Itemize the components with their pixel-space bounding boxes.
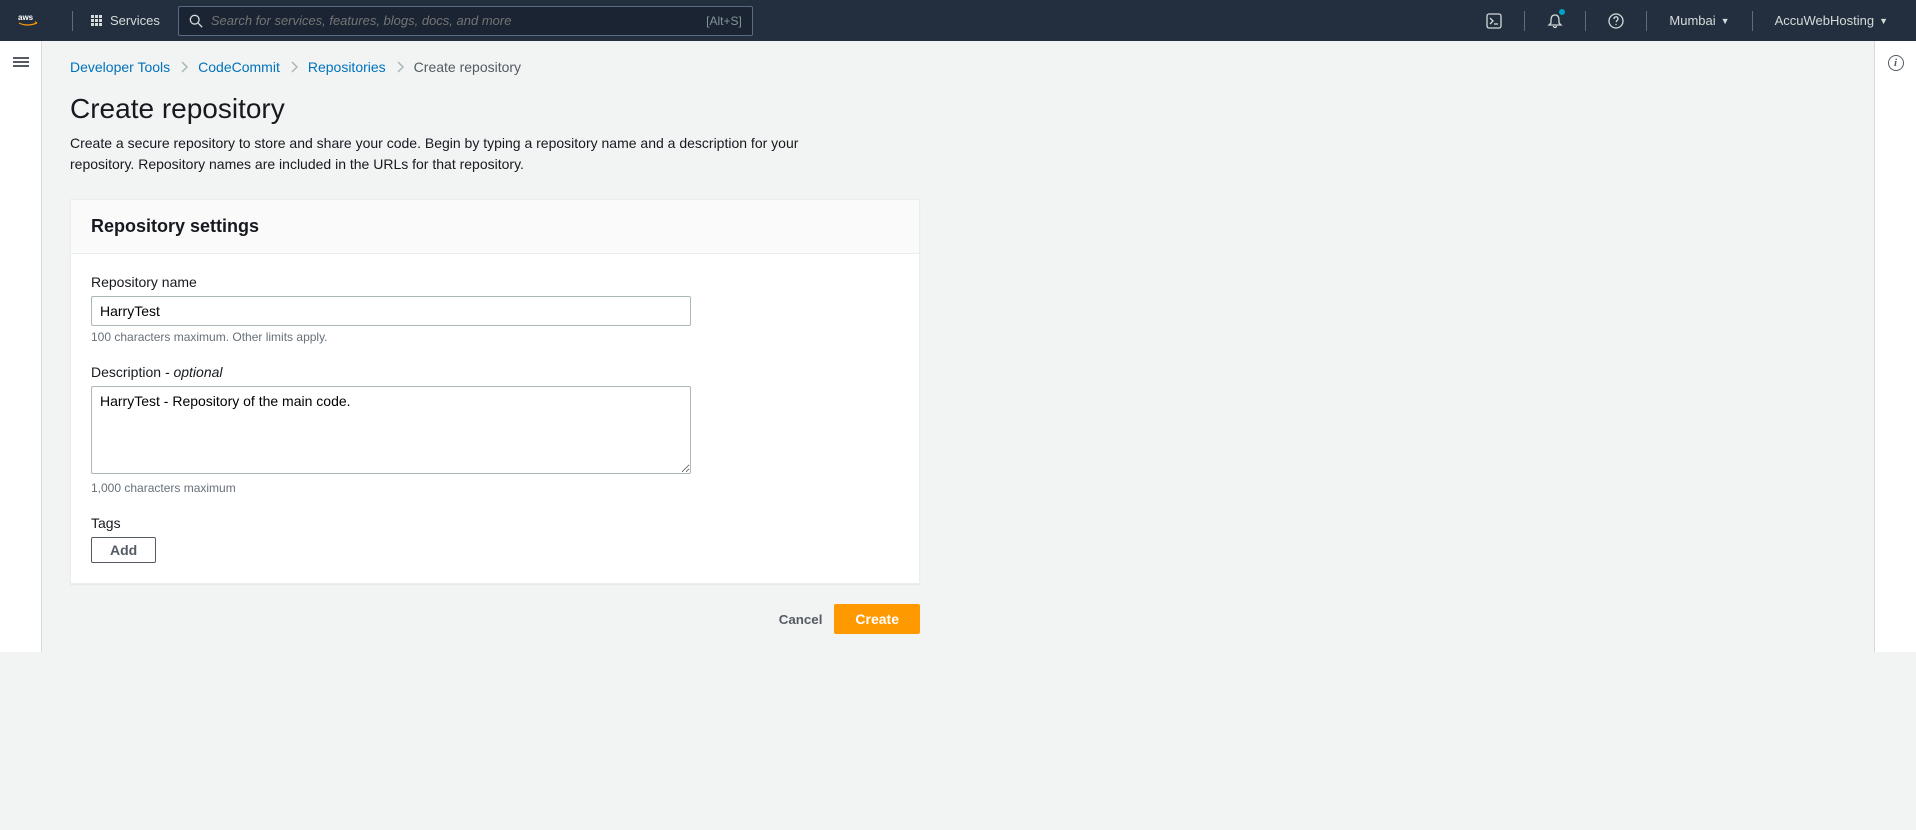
aws-logo[interactable]: aws — [16, 12, 50, 30]
cloudshell-icon[interactable] — [1474, 1, 1514, 41]
nav-right: Mumbai ▼ AccuWebHosting ▼ — [1474, 1, 1900, 41]
region-label: Mumbai — [1669, 13, 1715, 28]
search-input[interactable] — [211, 13, 706, 28]
divider — [1752, 11, 1753, 31]
svg-text:aws: aws — [18, 13, 34, 22]
description-label-text: Description — [91, 364, 161, 380]
repository-settings-panel: Repository settings Repository name 100 … — [70, 199, 920, 584]
divider — [1585, 11, 1586, 31]
description-hint: 1,000 characters maximum — [91, 481, 899, 495]
add-tag-button[interactable]: Add — [91, 537, 156, 563]
page-title: Create repository — [70, 93, 1846, 125]
side-rail-left — [0, 41, 42, 652]
breadcrumb: Developer Tools CodeCommit Repositories … — [70, 59, 1846, 75]
divider — [72, 11, 73, 31]
repo-name-label: Repository name — [91, 274, 899, 290]
page-description: Create a secure repository to store and … — [70, 133, 850, 175]
hamburger-icon[interactable] — [13, 55, 29, 69]
description-group: Description - optional 1,000 characters … — [91, 364, 899, 495]
description-optional: - optional — [161, 364, 222, 380]
caret-down-icon: ▼ — [1721, 16, 1730, 26]
divider — [1646, 11, 1647, 31]
repo-name-input[interactable] — [91, 296, 691, 326]
breadcrumb-repositories[interactable]: Repositories — [308, 59, 386, 75]
search-icon — [189, 14, 203, 28]
side-rail-right: i — [1874, 41, 1916, 652]
panel-title: Repository settings — [91, 216, 899, 237]
panel-header: Repository settings — [71, 200, 919, 254]
notifications-icon[interactable] — [1535, 1, 1575, 41]
breadcrumb-codecommit[interactable]: CodeCommit — [198, 59, 280, 75]
help-icon[interactable] — [1596, 1, 1636, 41]
notification-dot — [1559, 9, 1565, 15]
form-actions: Cancel Create — [70, 604, 920, 634]
divider — [1524, 11, 1525, 31]
breadcrumb-developer-tools[interactable]: Developer Tools — [70, 59, 170, 75]
info-icon[interactable]: i — [1888, 55, 1904, 71]
tags-group: Tags Add — [91, 515, 899, 563]
services-label: Services — [110, 13, 160, 28]
repo-name-group: Repository name 100 characters maximum. … — [91, 274, 899, 344]
grid-icon — [91, 15, 102, 26]
region-selector[interactable]: Mumbai ▼ — [1657, 1, 1741, 41]
chevron-right-icon — [396, 61, 404, 73]
account-label: AccuWebHosting — [1775, 13, 1874, 28]
services-menu[interactable]: Services — [83, 13, 168, 28]
caret-down-icon: ▼ — [1879, 16, 1888, 26]
chevron-right-icon — [290, 61, 298, 73]
repo-name-hint: 100 characters maximum. Other limits app… — [91, 330, 899, 344]
cancel-button[interactable]: Cancel — [779, 612, 823, 627]
main-layout: Developer Tools CodeCommit Repositories … — [0, 41, 1916, 652]
search-box[interactable]: [Alt+S] — [178, 6, 753, 36]
panel-body: Repository name 100 characters maximum. … — [71, 254, 919, 583]
description-textarea[interactable] — [91, 386, 691, 474]
top-nav: aws Services [Alt+S] — [0, 0, 1916, 41]
breadcrumb-current: Create repository — [414, 59, 521, 75]
create-button[interactable]: Create — [834, 604, 920, 634]
tags-label: Tags — [91, 515, 899, 531]
search-shortcut: [Alt+S] — [706, 14, 742, 28]
description-label: Description - optional — [91, 364, 899, 380]
main-content: Developer Tools CodeCommit Repositories … — [42, 41, 1874, 652]
account-selector[interactable]: AccuWebHosting ▼ — [1763, 1, 1900, 41]
chevron-right-icon — [180, 61, 188, 73]
